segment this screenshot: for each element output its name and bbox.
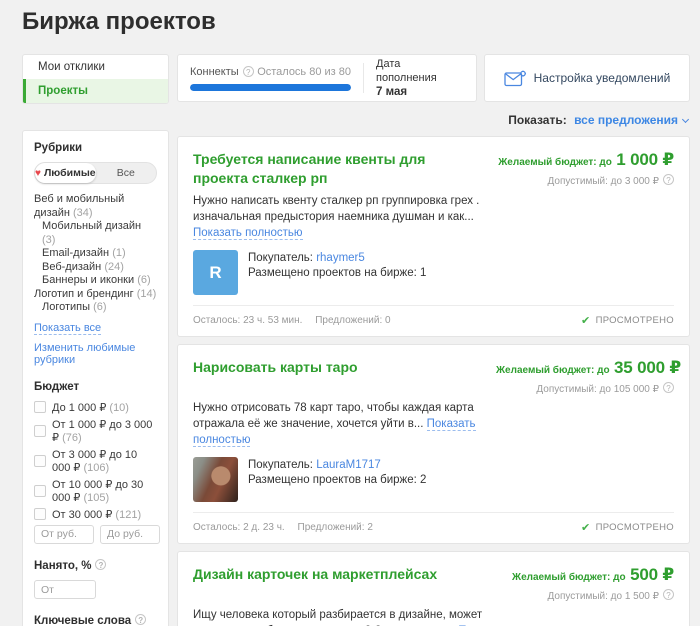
- help-icon[interactable]: ?: [663, 174, 674, 185]
- connects-remaining: Осталось 80 из 80: [257, 65, 351, 78]
- sidebar-item-projects[interactable]: Проекты: [23, 79, 168, 103]
- main-content: Коннекты ? Осталось 80 из 80 Дата пополн…: [177, 54, 690, 626]
- rubrics-toggle: ♥ Любимые Все: [34, 162, 157, 184]
- budget-title: Бюджет: [34, 380, 80, 393]
- category-item[interactable]: Логотипы (6): [34, 301, 157, 315]
- offers-count: Предложений: 0: [315, 315, 391, 326]
- chevron-down-icon: [681, 115, 690, 124]
- sidebar-nav: Мои отклики Проекты: [22, 54, 169, 104]
- budget-to-input[interactable]: [100, 524, 160, 544]
- allowed-budget: Допустимый: до 1 500 ₽: [547, 591, 659, 602]
- desired-amount: 500 ₽: [630, 565, 674, 584]
- keywords-title: Ключевые слова?: [34, 614, 157, 626]
- budget-option[interactable]: От 3 000 ₽ до 10 000 ₽ (106): [34, 448, 157, 474]
- budget-from-input[interactable]: [34, 524, 94, 544]
- budget-option[interactable]: От 10 000 ₽ до 30 000 ₽ (105): [34, 478, 157, 504]
- help-icon[interactable]: ?: [663, 589, 674, 600]
- category-item[interactable]: Мобильный дизайн (3): [34, 220, 157, 247]
- viewed-badge: ✔ ПРОСМОТРЕНО: [581, 522, 674, 534]
- connects-panel: Коннекты ? Осталось 80 из 80 Дата пополн…: [177, 54, 477, 102]
- buyer-projects-count: Размещено проектов на бирже: 1: [248, 267, 427, 279]
- tab-all[interactable]: Все: [96, 163, 156, 183]
- rubrics-title: Рубрики: [34, 142, 83, 154]
- offers-count: Предложений: 2: [297, 522, 373, 533]
- category-item[interactable]: Email-дизайн (1): [34, 247, 157, 261]
- category-item[interactable]: Веб и мобильный дизайн (34): [34, 193, 157, 220]
- checkbox[interactable]: [34, 401, 46, 413]
- sidebar: Мои отклики Проекты Рубрики ♥ Любимые Вс…: [22, 54, 169, 626]
- buyer-name-link[interactable]: rhaymer5: [316, 252, 365, 264]
- show-filter: Показать: все предложения: [177, 113, 690, 127]
- category-item[interactable]: Логотип и брендинг (14): [34, 288, 157, 302]
- allowed-budget: Допустимый: до 3 000 ₽: [547, 176, 659, 187]
- project-card: Дизайн карточек на маркетплейсах Желаемы…: [177, 551, 690, 626]
- help-icon[interactable]: ?: [95, 558, 107, 570]
- sidebar-item-my-responses[interactable]: Мои отклики: [23, 55, 168, 79]
- budget-option[interactable]: От 30 000 ₽ (121): [34, 508, 157, 521]
- checkbox[interactable]: [34, 508, 46, 520]
- checkbox[interactable]: [34, 484, 46, 497]
- show-filter-dropdown[interactable]: все предложения: [574, 113, 678, 127]
- tab-favorites[interactable]: ♥ Любимые: [35, 163, 96, 183]
- time-left: Осталось: 23 ч. 53 мин.: [193, 315, 303, 326]
- checkbox[interactable]: [34, 424, 46, 437]
- project-title[interactable]: Требуется написание квенты для проекта с…: [193, 150, 496, 188]
- help-icon[interactable]: ?: [242, 66, 254, 77]
- check-icon: ✔: [581, 522, 591, 534]
- category-item[interactable]: Баннеры и иконки (6): [34, 274, 157, 288]
- connects-progress-bar: [190, 83, 351, 91]
- divider: [363, 63, 364, 93]
- refill-date-value: 7 мая: [376, 86, 408, 98]
- hired-title: Нанято, %?: [34, 558, 157, 572]
- checkbox[interactable]: [34, 454, 46, 467]
- check-icon: ✔: [581, 315, 591, 327]
- project-budget: Желаемый бюджет: до 500 ₽ Допустимый: до…: [512, 565, 674, 602]
- project-title[interactable]: Дизайн карточек на маркетплейсах: [193, 565, 496, 602]
- filters-panel: Рубрики ♥ Любимые Все Веб и мобильный ди…: [22, 130, 169, 626]
- desired-amount: 35 000 ₽: [614, 358, 681, 377]
- show-all-link[interactable]: Показать все: [34, 322, 102, 335]
- project-description: Ищу человека который разбирается в дизай…: [193, 607, 674, 626]
- show-filter-label: Показать:: [508, 113, 567, 127]
- time-left: Осталось: 2 д. 23 ч.: [193, 522, 285, 533]
- refill-date-label: Дата пополнения: [376, 58, 437, 84]
- budget-option[interactable]: До 1 000 ₽ (10): [34, 401, 157, 414]
- buyer-avatar[interactable]: R: [193, 250, 238, 295]
- notification-settings-label: Настройка уведомлений: [533, 71, 671, 85]
- envelope-gear-icon: [503, 70, 526, 86]
- help-icon[interactable]: ?: [663, 382, 674, 393]
- project-budget: Желаемый бюджет: до 1 000 ₽ Допустимый: …: [498, 150, 674, 187]
- page: Биржа проектов Мои отклики Проекты Рубри…: [0, 0, 700, 626]
- category-item[interactable]: Веб-дизайн (24): [34, 261, 157, 275]
- project-card: Нарисовать карты таро Желаемый бюджет: д…: [177, 344, 690, 544]
- allowed-budget: Допустимый: до 105 000 ₽: [536, 384, 659, 395]
- budget-option[interactable]: От 1 000 ₽ до 3 000 ₽ (76): [34, 418, 157, 444]
- desired-amount: 1 000 ₽: [616, 150, 674, 169]
- tab-favorites-label: Любимые: [43, 167, 96, 179]
- category-list: Веб и мобильный дизайн (34) Мобильный ди…: [34, 193, 157, 315]
- project-card: Требуется написание квенты для проекта с…: [177, 136, 690, 337]
- project-description: Нужно написать квенту сталкер рп группир…: [193, 195, 480, 240]
- project-title[interactable]: Нарисовать карты таро: [193, 358, 496, 395]
- buyer-name-link[interactable]: LauraM1717: [316, 459, 381, 471]
- edit-favorites-link[interactable]: Изменить любимые рубрики: [34, 342, 157, 366]
- project-budget: Желаемый бюджет: до 35 000 ₽ Допустимый:…: [496, 358, 681, 395]
- connects-progress-fill: [190, 83, 351, 91]
- show-full-link[interactable]: Показать полностью: [193, 227, 303, 240]
- help-icon[interactable]: ?: [135, 614, 147, 625]
- notification-settings-button[interactable]: Настройка уведомлений: [484, 54, 690, 102]
- heart-icon: ♥: [35, 167, 41, 179]
- buyer-projects-count: Размещено проектов на бирже: 2: [248, 474, 427, 486]
- connects-label: Коннекты: [190, 65, 239, 78]
- page-title: Биржа проектов: [22, 8, 216, 35]
- hired-from-input[interactable]: [34, 580, 96, 599]
- project-description: Нужно отрисовать 78 карт таро, чтобы каж…: [193, 402, 476, 447]
- viewed-badge: ✔ ПРОСМОТРЕНО: [581, 315, 674, 327]
- buyer-avatar-photo[interactable]: [193, 457, 238, 502]
